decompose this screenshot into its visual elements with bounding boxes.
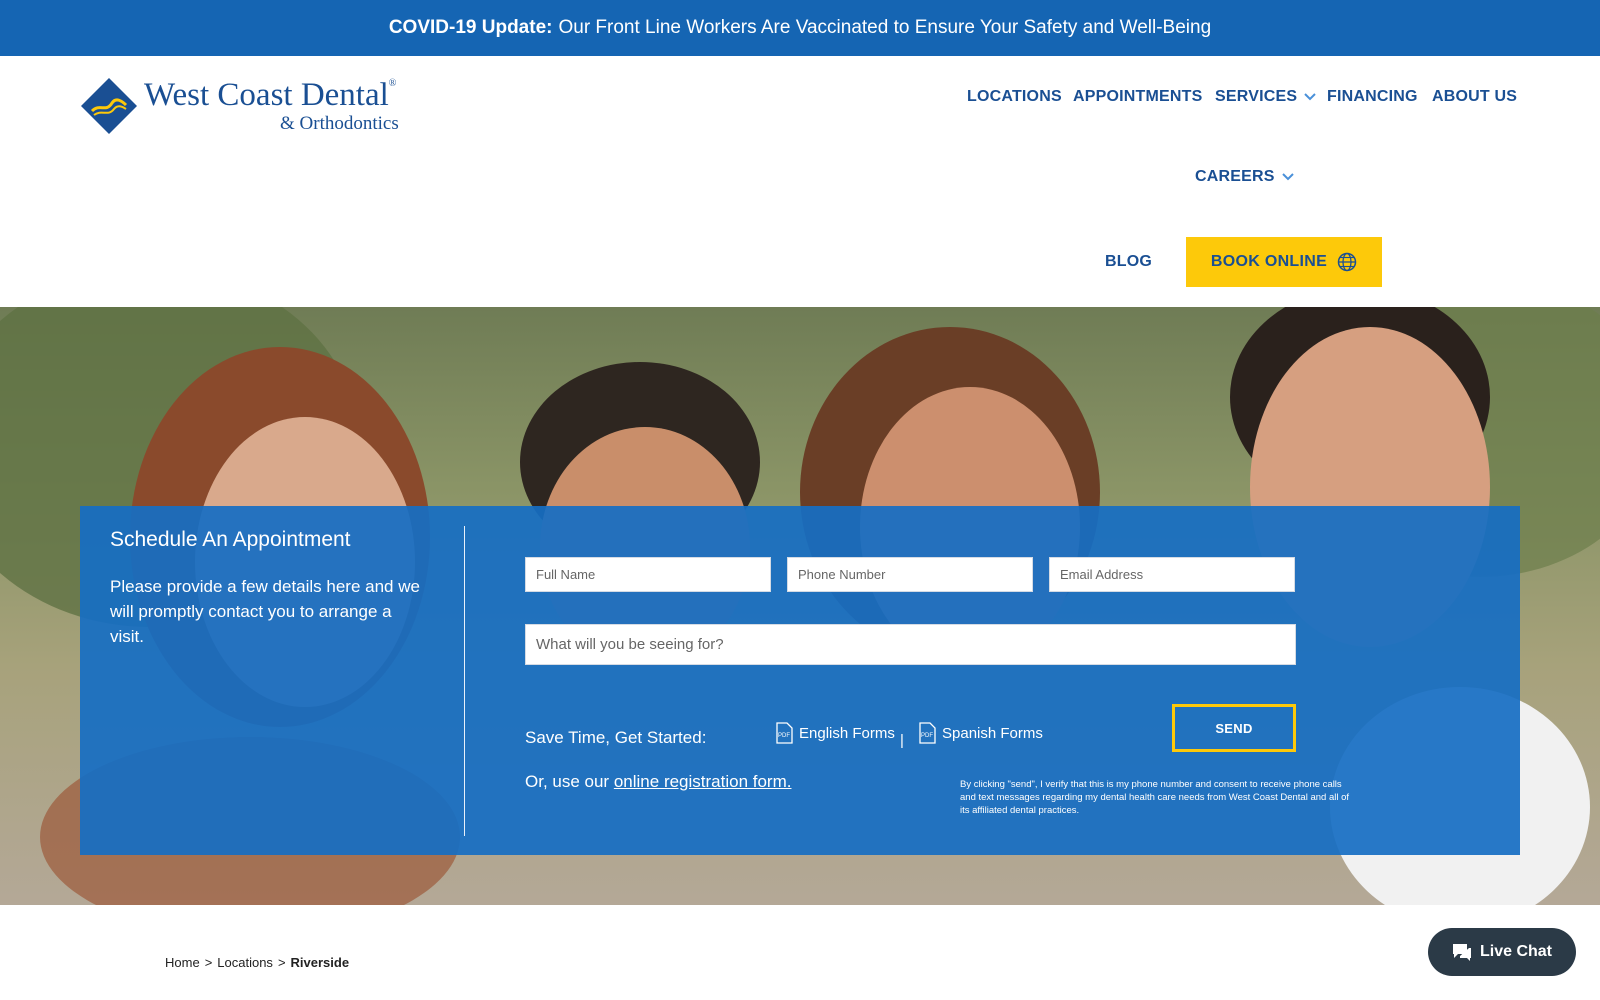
nav-services[interactable]: SERVICES	[1215, 88, 1316, 106]
panel-divider	[464, 526, 465, 836]
save-time-label: Save Time, Get Started:	[525, 728, 707, 747]
pdf-icon: PDF	[919, 722, 936, 744]
breadcrumb-home[interactable]: Home	[165, 955, 200, 970]
live-chat-label: Live Chat	[1479, 943, 1552, 960]
nav-appointments[interactable]: APPOINTMENTS	[1073, 88, 1203, 106]
svg-text:PDF: PDF	[921, 733, 933, 739]
breadcrumb-locations[interactable]: Locations	[217, 955, 273, 970]
form-title: Schedule An Appointment	[110, 528, 351, 551]
nav-services-label: SERVICES	[1215, 88, 1298, 105]
nav-careers[interactable]: CAREERS	[1195, 168, 1294, 186]
english-forms-label: English Forms	[799, 724, 895, 742]
phone-number-input[interactable]	[787, 557, 1033, 592]
nav-careers-label: CAREERS	[1195, 168, 1275, 185]
nav-blog[interactable]: BLOG	[1105, 253, 1152, 271]
breadcrumb-separator: >	[204, 955, 213, 970]
forms-separator: |	[900, 732, 904, 749]
svg-text:PDF: PDF	[778, 733, 790, 739]
book-online-button[interactable]: BOOK ONLINE	[1186, 237, 1382, 287]
chevron-down-icon	[1281, 173, 1294, 181]
logo-subtitle: & Orthodontics	[280, 113, 399, 134]
spanish-forms-link[interactable]: PDF Spanish Forms	[918, 722, 1043, 744]
banner-bold: COVID-19 Update:	[388, 17, 553, 38]
covid-banner: COVID-19 Update: Our Front Line Workers …	[0, 0, 1600, 56]
full-name-input[interactable]	[525, 557, 771, 592]
breadcrumb-separator: >	[277, 955, 286, 970]
send-button[interactable]: SEND	[1172, 704, 1296, 752]
book-online-label: BOOK ONLINE	[1210, 253, 1328, 270]
nav-financing[interactable]: FINANCING	[1327, 88, 1418, 106]
english-forms-link[interactable]: PDF English Forms	[775, 722, 895, 744]
spanish-forms-label: Spanish Forms	[942, 724, 1043, 742]
logo-registered: ®	[388, 78, 397, 89]
registration-line: Or, use our online registration form.	[525, 772, 791, 792]
pdf-icon: PDF	[776, 722, 793, 744]
logo-name: West Coast Dental	[144, 77, 389, 113]
logo-diamond-icon	[80, 77, 138, 135]
site-header: West Coast Dental® & Orthodontics LOCATI…	[0, 56, 1600, 307]
live-chat-button[interactable]: Live Chat	[1428, 928, 1576, 976]
logo[interactable]: West Coast Dental® & Orthodontics	[80, 76, 420, 136]
form-description: Please provide a few details here and we…	[110, 577, 420, 646]
breadcrumb-current: Riverside	[290, 955, 350, 970]
globe-icon	[1337, 252, 1357, 272]
nav-locations[interactable]: LOCATIONS	[967, 88, 1062, 106]
breadcrumb: Home > Locations > Riverside	[165, 955, 349, 970]
nav-about[interactable]: ABOUT US	[1432, 88, 1517, 106]
online-registration-link[interactable]: online registration form.	[614, 772, 792, 791]
chat-bubble-icon	[1452, 944, 1471, 961]
seeing-for-input[interactable]	[525, 624, 1296, 665]
appointment-form-panel: Schedule An Appointment Please provide a…	[80, 506, 1520, 855]
consent-disclaimer: By clicking "send", I verify that this i…	[960, 779, 1350, 816]
email-address-input[interactable]	[1049, 557, 1295, 592]
banner-text: Our Front Line Workers Are Vaccinated to…	[558, 17, 1212, 38]
chevron-down-icon	[1304, 93, 1316, 101]
registration-prefix: Or, use our	[525, 772, 610, 791]
